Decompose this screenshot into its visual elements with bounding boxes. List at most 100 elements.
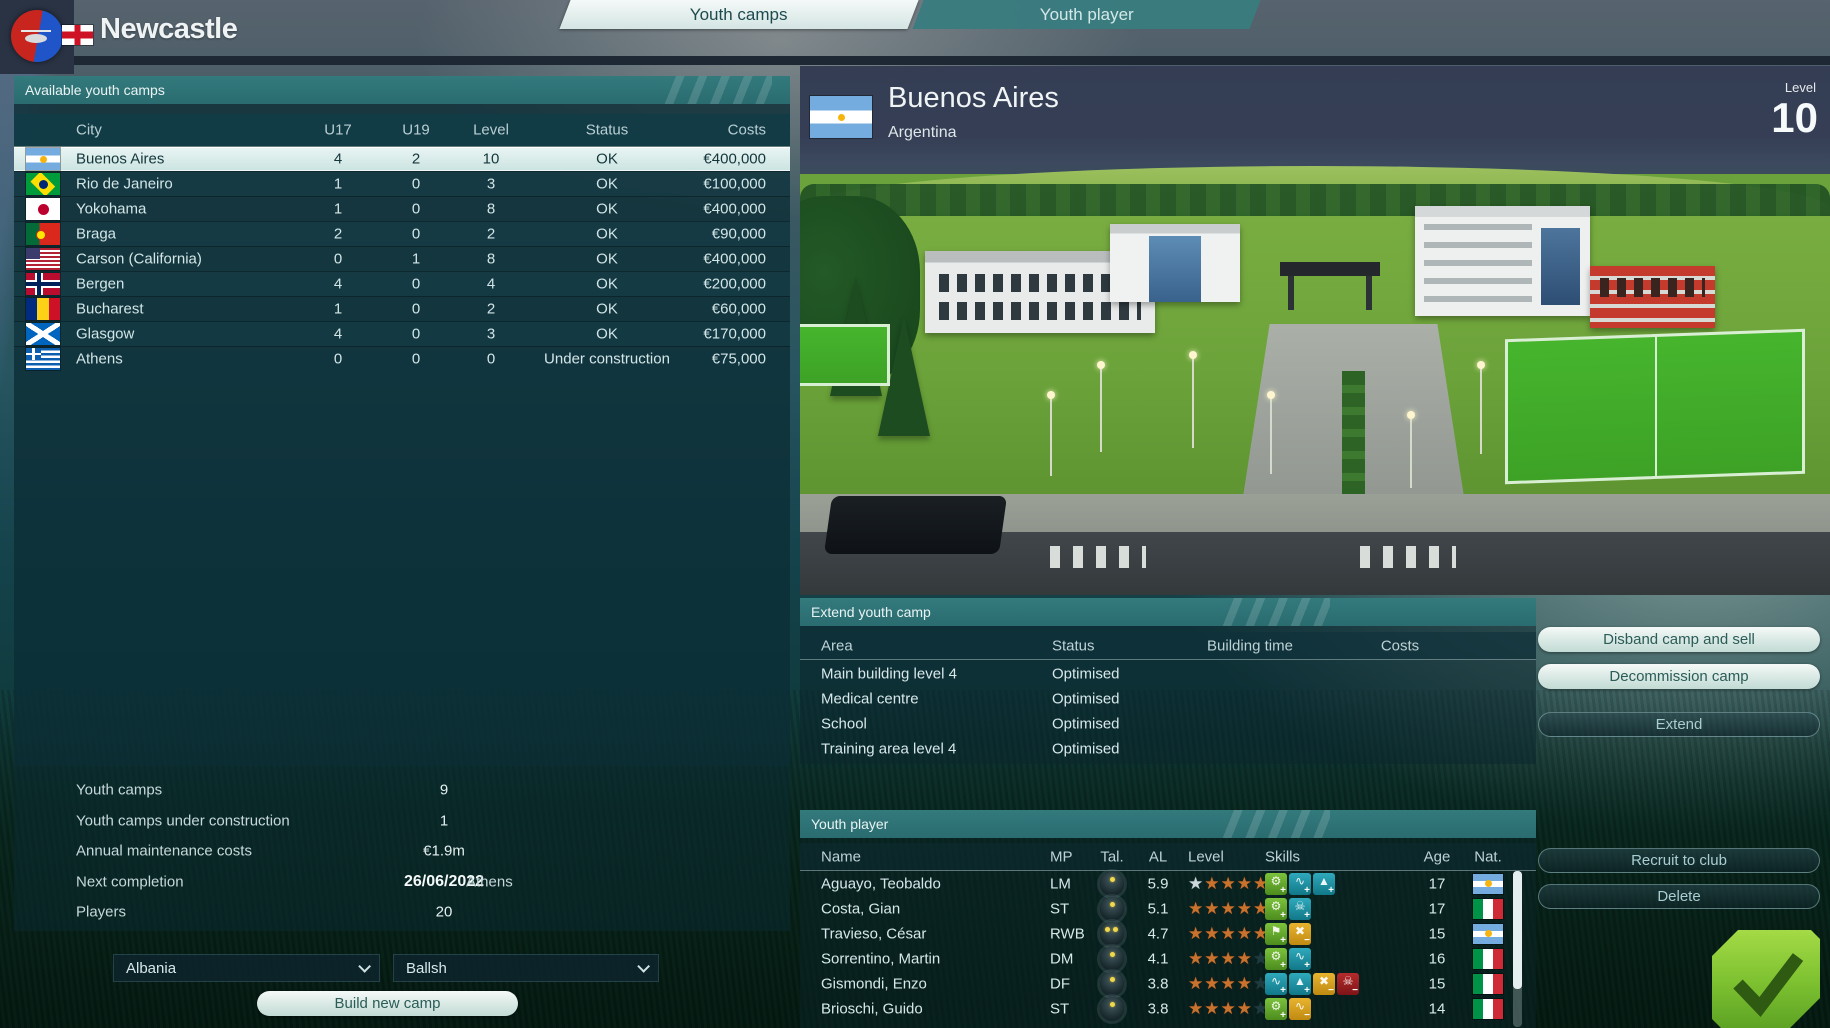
camp-city-cell: Athens (76, 351, 123, 368)
build-new-camp-button[interactable]: Build new camp (257, 991, 518, 1016)
player-al-cell: 5.9 (1136, 875, 1180, 892)
camp-row[interactable]: Rio de Janeiro103OK€100,000 (14, 171, 790, 196)
extend-area-row[interactable]: SchoolOptimised (800, 711, 1536, 736)
star-icon: ★ (1237, 898, 1252, 920)
player-nationality-cell (1466, 924, 1510, 944)
camp-costs-cell: €75,000 (616, 351, 766, 368)
talent-dot (1105, 927, 1110, 932)
delete-button[interactable]: Delete (1538, 884, 1820, 909)
talent-cell (1090, 872, 1134, 896)
status-cell: Optimised (1052, 690, 1120, 707)
talent-dot (1110, 877, 1115, 882)
skill-icon: ∿+ (1265, 973, 1287, 995)
area-cell: Training area level 4 (821, 740, 956, 757)
extend-button[interactable]: Extend (1538, 712, 1820, 737)
scrollbar-thumb[interactable] (1513, 871, 1522, 989)
youth-player-row[interactable]: Brioschi, GuidoST3.8★★★★★⚙+∿−14 (800, 996, 1536, 1021)
player-star-rating: ★★★★★ (1188, 973, 1268, 995)
camp-level-cell: 2 (451, 301, 531, 318)
talent-icon (1100, 922, 1124, 946)
summary-row: Next completion26/06/2022Athens (14, 870, 790, 894)
tab-youth-player[interactable]: Youth player (912, 0, 1260, 29)
skill-sign: + (1304, 985, 1310, 996)
player-name-cell: Brioschi, Guido (821, 1000, 923, 1017)
camp-level-value: 10 (1771, 94, 1818, 142)
country-dropdown[interactable]: Albania (113, 954, 380, 982)
player-position-cell: DF (1050, 975, 1070, 992)
summary-value: 1 (344, 812, 544, 829)
youth-player-row[interactable]: Sorrentino, MartinDM4.1★★★★★⚙+∿+16 (800, 946, 1536, 971)
checkmark-icon (1712, 930, 1820, 1028)
youth-player-row[interactable]: Gismondi, EnzoDF3.8★★★★★∿+▲+✖−☠−15 (800, 971, 1536, 996)
summary-extra: Athens (466, 873, 513, 890)
camp-level-label: Level (1785, 80, 1816, 95)
youth-player-row[interactable]: Travieso, CésarRWB4.7★★★★★⚑+✖−15 (800, 921, 1536, 946)
player-skills: ⚙+∿− (1265, 998, 1311, 1020)
extend-area-row[interactable]: Medical centreOptimised (800, 686, 1536, 711)
summary-label: Youth camps (76, 782, 162, 799)
country-flag-icon (26, 223, 60, 245)
skill-icon: ☠− (1337, 973, 1359, 995)
city-dropdown[interactable]: Ballsh (393, 954, 659, 982)
player-star-rating: ★★★★★ (1188, 923, 1268, 945)
tab-youth-camps[interactable]: Youth camps (559, 0, 918, 29)
camp-row[interactable]: Bergen404OK€200,000 (14, 271, 790, 296)
country-flag-icon (26, 173, 60, 195)
camp-level-cell: 3 (451, 176, 531, 193)
nationality-flag-icon (1473, 874, 1503, 894)
camp-row[interactable]: Athens000Under construction€75,000 (14, 346, 790, 371)
skill-icon: ▲+ (1313, 873, 1335, 895)
extend-camp-header: Extend youth camp (800, 598, 1536, 626)
talent-dot (1110, 977, 1115, 982)
talent-cell (1090, 897, 1134, 921)
camp-city-cell: Yokohama (76, 201, 146, 218)
star-icon: ★ (1237, 923, 1252, 945)
chevron-down-icon (637, 960, 650, 973)
camp-costs-cell: €400,000 (616, 201, 766, 218)
camp-costs-cell: €100,000 (616, 176, 766, 193)
camps-table-header: City U17 U19 Level Status Costs (14, 114, 790, 146)
youth-player-row[interactable]: Aguayo, TeobaldoLM5.9★★★★★⚙+∿+▲+17 (800, 871, 1536, 896)
extend-area-row[interactable]: Main building level 4Optimised (800, 661, 1536, 686)
extend-area-row[interactable]: Training area level 4Optimised (800, 736, 1536, 761)
area-cell: Main building level 4 (821, 665, 957, 682)
camp-row[interactable]: Braga202OK€90,000 (14, 221, 790, 246)
summary-row: Youth camps9 (14, 778, 790, 802)
top-bar-divider (0, 56, 1830, 65)
youth-player-row[interactable]: Costa, GianST5.1★★★★★⚙+☠+17 (800, 896, 1536, 921)
player-skills: ∿+▲+✖−☠− (1265, 973, 1359, 995)
player-skills: ⚑+✖− (1265, 923, 1311, 945)
talent-cell (1090, 997, 1134, 1021)
camp-u17-cell: 4 (298, 276, 378, 293)
player-star-rating: ★★★★★ (1188, 898, 1268, 920)
star-icon: ★ (1204, 948, 1219, 970)
camp-row[interactable]: Bucharest102OK€60,000 (14, 296, 790, 321)
camp-row[interactable]: Carson (California)018OK€400,000 (14, 246, 790, 271)
confirm-button[interactable] (1712, 930, 1820, 1028)
talent-dot (1113, 927, 1118, 932)
player-nationality-cell (1466, 874, 1510, 894)
camp-u17-cell: 0 (298, 251, 378, 268)
recruit-to-club-button[interactable]: Recruit to club (1538, 848, 1820, 873)
youth-table-header: Name MP Tal. AL Level Skills Age Nat. (800, 843, 1536, 871)
talent-dot (1110, 1002, 1115, 1007)
camp-level-cell: 0 (451, 351, 531, 368)
camp-row[interactable]: Glasgow403OK€170,000 (14, 321, 790, 346)
camp-row[interactable]: Buenos Aires4210OK€400,000 (14, 146, 790, 171)
skill-sign: − (1304, 1010, 1310, 1021)
camp-row[interactable]: Yokohama108OK€400,000 (14, 196, 790, 221)
skill-icon: ∿− (1289, 998, 1311, 1020)
camp-u17-cell: 4 (298, 326, 378, 343)
disband-camp-button[interactable]: Disband camp and sell (1538, 627, 1820, 652)
nationality-flag-icon (1473, 924, 1503, 944)
camp-city-cell: Braga (76, 226, 116, 243)
youth-list-scrollbar[interactable] (1513, 871, 1522, 1027)
camp-u19-cell: 0 (376, 226, 456, 243)
player-al-cell: 4.1 (1136, 950, 1180, 967)
decommission-camp-button[interactable]: Decommission camp (1538, 664, 1820, 689)
extend-table-header: Area Status Building time Costs (800, 632, 1536, 660)
player-age-cell: 15 (1415, 925, 1459, 942)
skill-sign: + (1304, 885, 1310, 896)
player-nationality-cell (1466, 999, 1510, 1019)
star-icon: ★ (1237, 998, 1252, 1020)
